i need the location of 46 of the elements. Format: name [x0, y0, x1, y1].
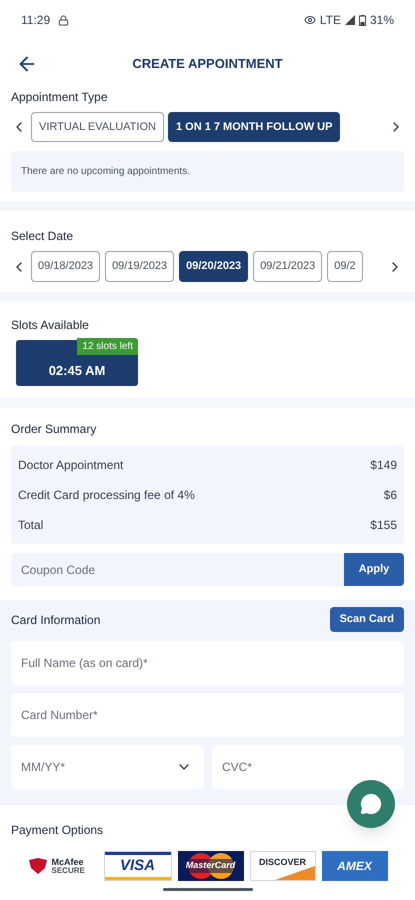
- time-slot[interactable]: 12 slots left 02:45 AM: [16, 340, 138, 386]
- summary-item: Total: [18, 517, 44, 534]
- section-label: Card Information: [11, 612, 100, 628]
- signal-icon: [344, 15, 355, 25]
- card-logo: DISCOVER: [250, 851, 316, 881]
- battery-icon: [358, 14, 366, 26]
- apply-button[interactable]: Apply: [344, 553, 404, 586]
- section-label: Payment Options: [11, 822, 104, 839]
- summary-item: Credit Card processing fee of 4%: [18, 487, 195, 504]
- network-label: LTE: [320, 12, 341, 29]
- status-time: 11:29: [21, 12, 50, 29]
- info-message: There are no upcoming appointments.: [11, 151, 404, 192]
- section-label: Select Date: [11, 228, 74, 245]
- card-logo: MasterCard: [178, 851, 244, 881]
- date-chip[interactable]: 09/19/2023: [105, 251, 174, 282]
- page-title: CREATE APPOINTMENT: [132, 55, 283, 74]
- slots-left-badge: 12 slots left: [77, 338, 138, 355]
- card-logo: VISA: [104, 851, 172, 881]
- cvc-field[interactable]: CVC*: [212, 745, 404, 789]
- expiry-field[interactable]: MM/YY*: [11, 745, 204, 789]
- appointment-type-tab[interactable]: 1 ON 1 7 MONTH FOLLOW UP: [168, 112, 340, 142]
- card-field[interactable]: Card Number*: [11, 693, 404, 737]
- card-logo: AMEX: [322, 851, 388, 881]
- date-chip[interactable]: 09/18/2023: [31, 251, 100, 282]
- eye-icon: [304, 14, 316, 26]
- summary-amount: $155: [370, 517, 397, 534]
- appointment-type-tab[interactable]: VIRTUAL EVALUATION: [31, 112, 164, 142]
- chat-bubble-icon: [360, 793, 382, 815]
- shield-icon: [28, 858, 48, 874]
- coupon-field[interactable]: Coupon Code: [11, 553, 344, 586]
- date-chip[interactable]: 09/2: [327, 251, 363, 282]
- scan-card-button[interactable]: Scan Card: [330, 607, 404, 632]
- logo-text: McAfee: [52, 858, 85, 866]
- date-chip[interactable]: 09/20/2023: [179, 251, 248, 282]
- summary-amount: $149: [370, 457, 397, 474]
- logo-subtext: SECURE: [52, 866, 85, 874]
- section-label: Order Summary: [11, 421, 98, 438]
- battery-level: 31%: [370, 12, 394, 29]
- section-label: Slots Available: [11, 317, 90, 334]
- summary-amount: $6: [384, 487, 397, 504]
- summary-item: Doctor Appointment: [18, 457, 124, 474]
- date-chip[interactable]: 09/21/2023: [253, 251, 322, 282]
- lock-icon: [58, 14, 70, 26]
- section-label: Appointment Type: [11, 89, 109, 106]
- card-field[interactable]: Full Name (as on card)*: [11, 641, 404, 685]
- chat-button[interactable]: [347, 780, 395, 828]
